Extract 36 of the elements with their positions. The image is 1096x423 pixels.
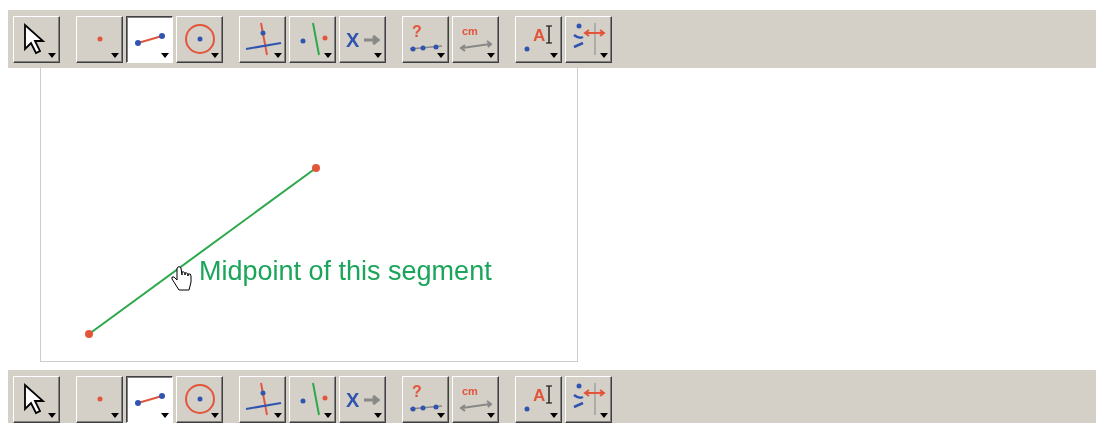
caret-icon xyxy=(600,52,608,58)
tool-button[interactable]: A xyxy=(515,15,562,63)
caret-icon xyxy=(211,52,219,58)
caret-icon xyxy=(437,52,445,58)
tool-button[interactable]: ? xyxy=(402,375,449,423)
caret-icon xyxy=(111,412,119,418)
caret-icon xyxy=(48,52,56,58)
caret-icon xyxy=(550,412,558,418)
caret-icon xyxy=(437,412,445,418)
hint-label: Midpoint of this segment xyxy=(199,256,492,287)
hand-cursor-icon xyxy=(171,266,192,291)
caret-icon xyxy=(600,412,608,418)
tool-button[interactable]: X xyxy=(339,15,386,63)
caret-icon xyxy=(274,52,282,58)
point-icon xyxy=(96,36,103,42)
caret-icon xyxy=(111,52,119,58)
caret-icon xyxy=(324,52,332,58)
tool-button[interactable]: ? xyxy=(402,15,449,63)
caret-icon xyxy=(487,52,495,58)
caret-icon xyxy=(274,412,282,418)
caret-icon xyxy=(161,52,169,58)
caret-icon xyxy=(374,52,382,58)
caret-icon xyxy=(324,412,332,418)
caret-icon xyxy=(161,412,169,418)
tool-button[interactable]: cm xyxy=(452,375,499,423)
tool-button[interactable] xyxy=(126,375,173,423)
caret-icon xyxy=(374,412,382,418)
caret-icon xyxy=(487,412,495,418)
point-icon xyxy=(96,396,103,402)
caret-icon xyxy=(48,412,56,418)
caret-icon xyxy=(211,412,219,418)
caret-icon xyxy=(550,52,558,58)
tool-button[interactable]: A xyxy=(515,375,562,423)
tool-button[interactable] xyxy=(126,15,173,63)
tool-button[interactable]: X xyxy=(339,375,386,423)
tool-button[interactable]: cm xyxy=(452,15,499,63)
